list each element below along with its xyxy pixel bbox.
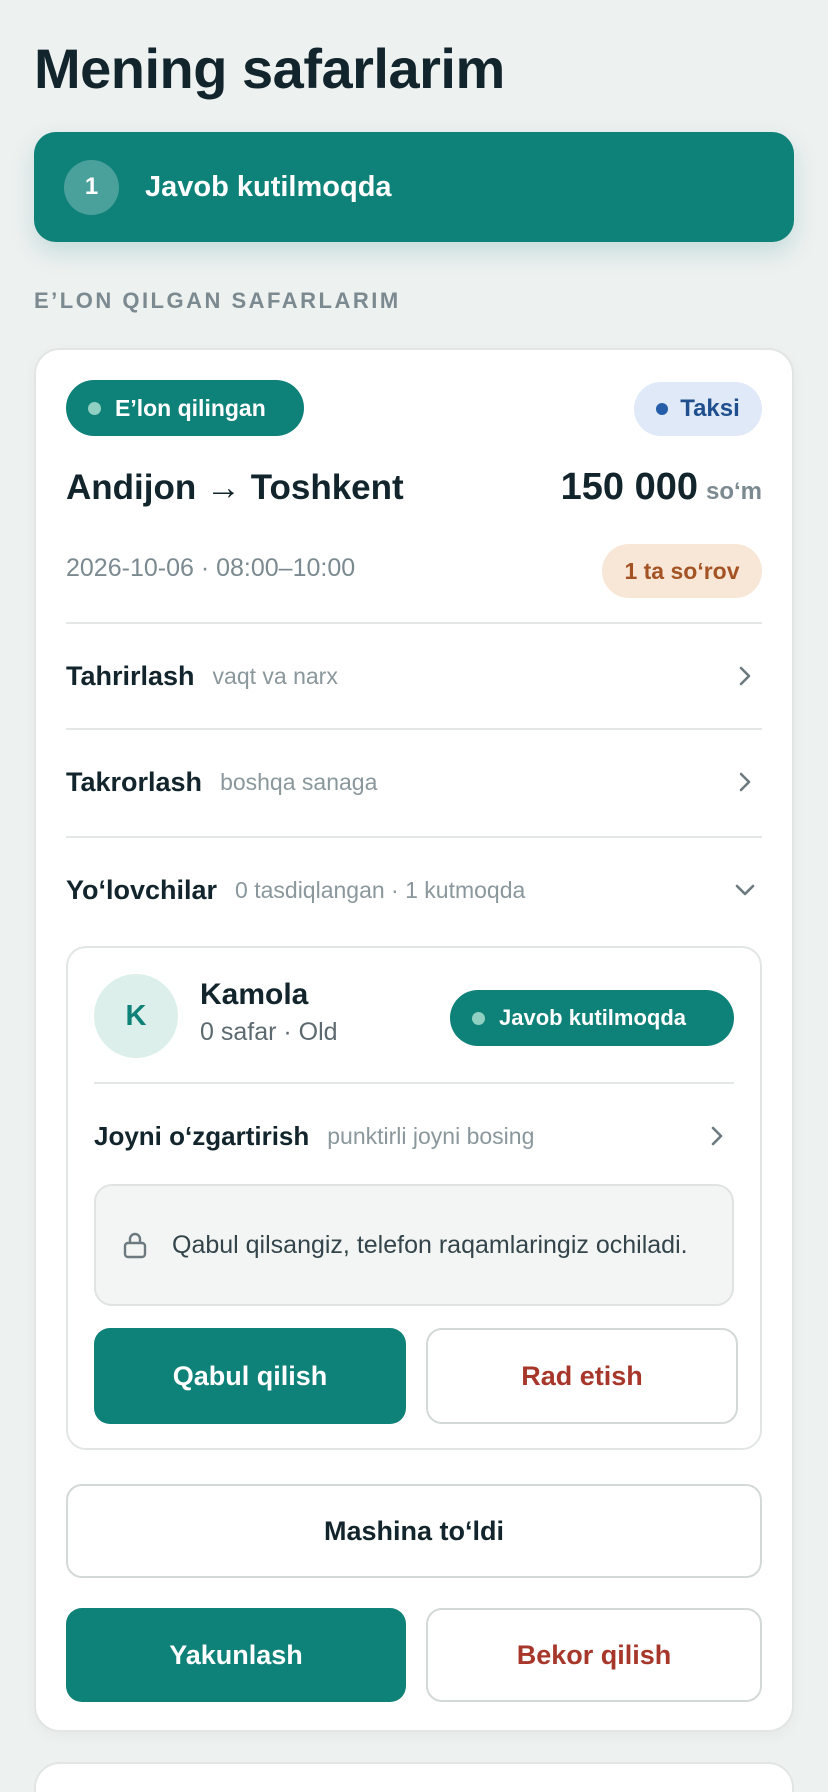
chevron-right-icon (739, 666, 751, 686)
pending-count-badge: 1 (64, 159, 119, 215)
passengers-row[interactable]: Yo‘lovchilar 0 tasdiqlangan · 1 kutmoqda (66, 838, 762, 942)
notice-text: Qabul qilsangiz, telefon raqamlaringiz o… (172, 1231, 688, 1259)
edit-trip-hint: vaqt va narx (212, 662, 338, 689)
finish-trip-button[interactable]: Yakunlash (66, 1608, 406, 1702)
car-full-button[interactable]: Mashina to‘ldi (66, 1484, 762, 1578)
reject-button[interactable]: Rad etish (426, 1328, 738, 1424)
cancel-trip-button[interactable]: Bekor qilish (426, 1608, 762, 1702)
chevron-right-icon (711, 1126, 723, 1146)
trip-route: Andijon → Toshkent (66, 468, 404, 507)
trip-price: 150 000 so‘m (561, 466, 762, 509)
edit-trip-label: Tahrirlash (66, 660, 195, 691)
page-title: Mening safarlarim (34, 37, 505, 100)
trip-type-badge: Taksi (634, 382, 762, 436)
trip-type-label: Taksi (680, 395, 740, 422)
repeat-trip-row[interactable]: Takrorlash boshqa sanaga (66, 730, 762, 834)
chevron-down-icon (735, 884, 755, 896)
trip-status-label: E’lon qilingan (115, 394, 266, 421)
passengers-label: Yo‘lovchilar (66, 874, 218, 905)
chevron-right-icon (739, 772, 751, 792)
accept-button[interactable]: Qabul qilish (94, 1328, 406, 1424)
trip-card: E’lon qilingan Taksi Andijon → Toshkent … (34, 348, 794, 1732)
lock-icon (123, 1232, 147, 1259)
avatar: K (94, 974, 178, 1058)
trip-status-badge: E’lon qilingan (66, 380, 304, 436)
passenger-meta: 0 safar · Old (200, 1018, 338, 1046)
change-seat-row[interactable]: Joyni o‘zgartirish punktirli joyni bosin… (94, 1084, 734, 1188)
price-currency: so‘m (705, 478, 762, 505)
price-amount: 150 000 (560, 466, 698, 508)
change-seat-hint: punktirli joyni bosing (327, 1122, 535, 1149)
passenger-status-label: Javob kutilmoqda (499, 1005, 687, 1030)
pending-banner[interactable]: 1 Javob kutilmoqda (34, 132, 794, 242)
change-seat-label: Joyni o‘zgartirish (94, 1120, 310, 1151)
type-dot-icon (656, 403, 669, 415)
trip-datetime: 2026-10-06 · 08:00–10:00 (66, 554, 356, 582)
passenger-request-card: K Kamola 0 safar · Old Javob kutilmoqda … (66, 946, 762, 1450)
repeat-trip-label: Takrorlash (66, 766, 203, 797)
requests-badge: 1 ta so‘rov (602, 544, 762, 598)
edit-trip-row[interactable]: Tahrirlash vaqt va narx (66, 624, 762, 728)
next-trip-card (34, 1762, 794, 1792)
passengers-summary: 0 tasdiqlangan · 1 kutmoqda (235, 876, 526, 903)
passenger-status-badge: Javob kutilmoqda (450, 990, 734, 1046)
phone-reveal-notice: Qabul qilsangiz, telefon raqamlaringiz o… (94, 1184, 734, 1306)
status-dot-icon (88, 401, 101, 415)
pending-banner-text: Javob kutilmoqda (145, 170, 392, 203)
repeat-trip-hint: boshqa sanaga (220, 768, 378, 795)
section-label: E’LON QILGAN SAFARLARIM (34, 288, 401, 313)
status-dot-icon (472, 1011, 485, 1025)
passenger-name: Kamola (200, 978, 309, 1011)
